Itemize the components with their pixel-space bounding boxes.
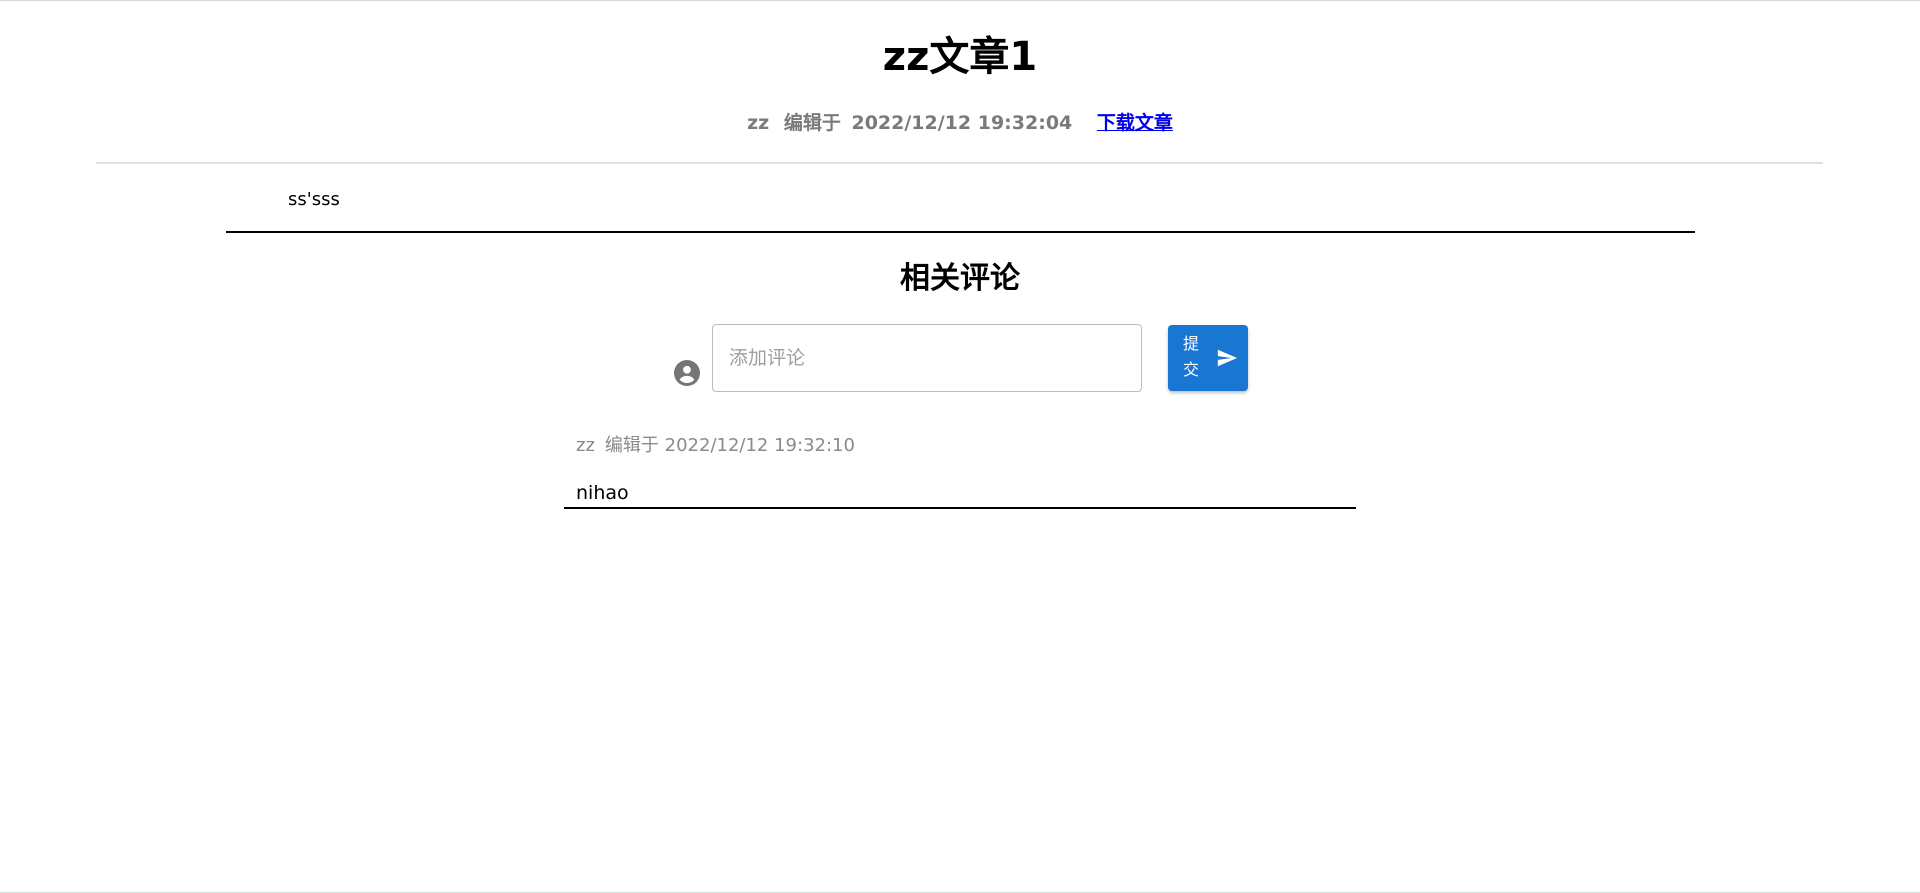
article-edited-label: 编辑于: [783, 112, 841, 134]
article-author: zz: [747, 112, 770, 134]
comment-meta: zz 编辑于 2022/12/12 19:32:10: [576, 433, 855, 459]
article-body: ss'sss: [288, 189, 340, 210]
comment-text: nihao: [576, 482, 629, 504]
comment-edited-label: 编辑于: [604, 435, 659, 456]
article-edited-time: 2022/12/12 19:32:04: [851, 112, 1073, 134]
submit-comment-button[interactable]: 提交: [1168, 325, 1248, 391]
send-icon: [1217, 349, 1238, 367]
comment-author: zz: [576, 435, 595, 456]
submit-label: 提交: [1182, 336, 1199, 379]
article-page: zz文章1 zz 编辑于 2022/12/12 19:32:04 下载文章 ss…: [0, 0, 1920, 893]
comment-time: 2022/12/12 19:32:10: [664, 435, 855, 456]
comments-title: 相关评论: [900, 261, 1020, 296]
header-divider: [96, 162, 1823, 164]
comment-input[interactable]: [712, 324, 1142, 392]
download-article-link[interactable]: 下载文章: [1097, 112, 1173, 134]
comment-divider: [564, 507, 1356, 509]
article-divider: [226, 231, 1695, 233]
account-circle-icon: [674, 360, 700, 386]
article-meta: zz 编辑于 2022/12/12 19:32:04 下载文章: [0, 109, 1920, 137]
article-title: zz文章1: [882, 34, 1038, 80]
